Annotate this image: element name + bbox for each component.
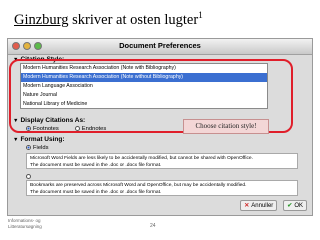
window-title: Document Preferences: [119, 41, 201, 50]
title-underlined-word: Ginzburg: [14, 11, 69, 28]
footer-course-name: Informations- og Litteratursøgning: [8, 218, 42, 229]
fields-description: Microsoft Word Fields are less likely to…: [26, 153, 298, 169]
bookmarks-description: Bookmarks are preserved across Microsoft…: [26, 180, 298, 196]
fields-radio[interactable]: Fields: [26, 145, 48, 151]
disclosure-triangle-icon[interactable]: ▼: [13, 137, 18, 143]
slide-title: Ginzburg skriver at osten lugter1: [14, 10, 203, 29]
choose-citation-callout: Choose citation style!: [183, 119, 269, 134]
title-rest: skriver at osten lugter: [68, 11, 199, 28]
cancel-button[interactable]: ✕ Annuller: [240, 200, 278, 211]
window-titlebar[interactable]: Document Preferences: [8, 39, 312, 55]
title-superscript: 1: [198, 10, 203, 20]
page-number: 24: [150, 223, 156, 229]
cancel-x-icon: ✕: [244, 203, 250, 209]
checkmark-icon: ✔: [287, 203, 293, 209]
radio-unselected-icon[interactable]: [26, 174, 31, 179]
format-using-label: ▼ Format Using:: [13, 136, 65, 143]
ok-button[interactable]: ✔ OK: [283, 200, 307, 211]
radio-selected-icon[interactable]: [26, 145, 31, 150]
dialog-buttons: ✕ Annuller ✔ OK: [240, 200, 307, 211]
fields-radio-row: Fields: [26, 145, 48, 151]
